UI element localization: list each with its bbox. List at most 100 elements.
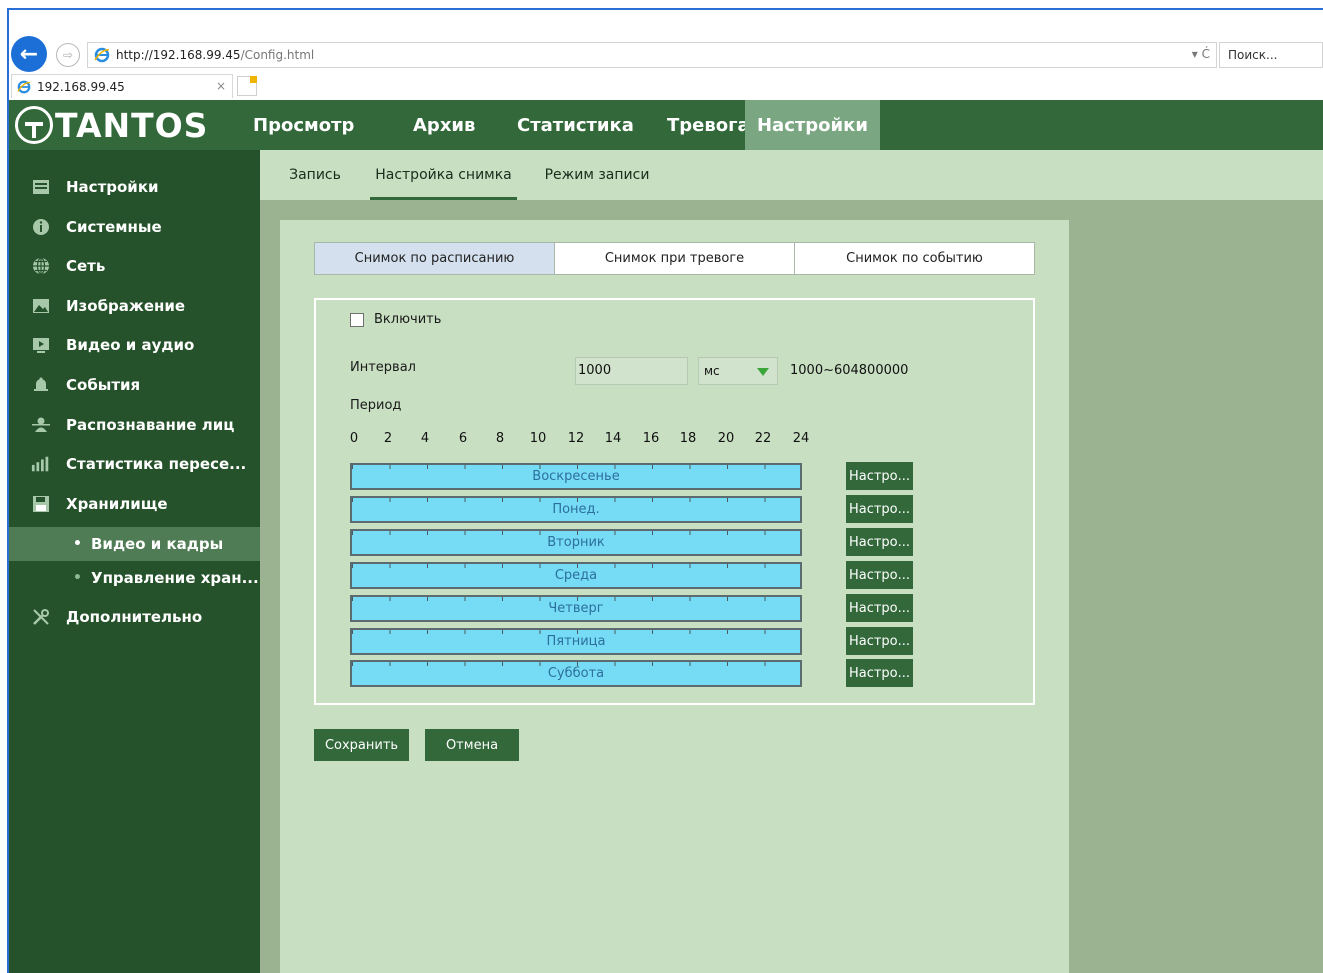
sidebar-item-label: Статистика пересе...	[66, 455, 247, 473]
snapshot-type-tabs: Снимок по расписанию Снимок при тревоге …	[314, 242, 1035, 275]
schedule-bar-sunday[interactable]: Воскресенье	[350, 463, 802, 490]
face-icon	[31, 415, 51, 435]
save-button[interactable]: Сохранить	[314, 729, 409, 761]
schedule-bar-saturday[interactable]: Суббота	[350, 660, 802, 687]
nav-statistics[interactable]: Статистика	[491, 100, 639, 150]
hour-label: 8	[495, 431, 505, 446]
configure-sunday-button[interactable]: Настро...	[846, 462, 913, 490]
sidebar-subitem-storage-management[interactable]: • Управление хран...	[9, 561, 260, 595]
image-icon	[31, 296, 51, 316]
hour-label: 6	[458, 431, 468, 446]
schedule-bar-wednesday[interactable]: Среда	[350, 562, 802, 589]
sidebar-item-video-audio[interactable]: Видео и аудио	[9, 326, 260, 364]
app-header: TANTOS Просмотр Архив Статистика Тревога…	[9, 100, 1323, 150]
arrow-right-icon: ⇨	[62, 48, 74, 62]
unit-value: мс	[704, 364, 720, 378]
nav-archive[interactable]: Архив	[379, 100, 491, 150]
settings-list-icon	[31, 177, 51, 197]
subtab-record[interactable]: Запись	[280, 150, 350, 200]
address-path: /Config.html	[240, 48, 315, 62]
info-icon	[31, 217, 51, 237]
new-tab-button[interactable]	[237, 76, 257, 96]
nav-alarm[interactable]: Тревога	[639, 100, 750, 150]
sidebar-item-label: Распознавание лиц	[66, 416, 235, 434]
tantos-logo: TANTOS	[15, 106, 208, 145]
sidebar-item-advanced[interactable]: Дополнительно	[9, 598, 260, 636]
address-host: http://192.168.99.45	[116, 48, 241, 62]
tab-event-snapshot[interactable]: Снимок по событию	[795, 243, 1034, 274]
nav-view[interactable]: Просмотр	[237, 100, 379, 150]
sidebar-item-events[interactable]: События	[9, 366, 260, 404]
hour-label: 22	[754, 431, 772, 446]
sidebar-item-network[interactable]: Сеть	[9, 247, 260, 285]
sidebar-item-label: Хранилище	[66, 495, 168, 513]
configure-wednesday-button[interactable]: Настро...	[846, 561, 913, 589]
address-bar[interactable]: http://192.168.99.45/Config.html ▾ Ć	[87, 42, 1217, 68]
bar-chart-icon	[31, 454, 51, 474]
hour-label: 20	[717, 431, 735, 446]
hour-label: 14	[604, 431, 622, 446]
hour-label: 0	[349, 431, 359, 446]
configure-friday-button[interactable]: Настро...	[846, 627, 913, 655]
configure-tuesday-button[interactable]: Настро...	[846, 528, 913, 556]
hour-label: 24	[792, 431, 810, 446]
sidebar-item-label: Видео и аудио	[66, 336, 195, 354]
sidebar-item-label: Настройки	[66, 178, 159, 196]
tab-ie-icon	[15, 78, 33, 96]
subtab-snapshot-settings[interactable]: Настройка снимка	[370, 150, 517, 200]
tab-scheduled-snapshot[interactable]: Снимок по расписанию	[315, 243, 555, 274]
sidebar-item-label: Изображение	[66, 297, 186, 315]
sidebar-item-storage[interactable]: Хранилище	[9, 485, 260, 523]
tab-title: 192.168.99.45	[37, 79, 125, 94]
schedule-bar-friday[interactable]: Пятница	[350, 628, 802, 655]
configure-monday-button[interactable]: Настро...	[846, 495, 913, 523]
period-label: Период	[350, 398, 402, 413]
hour-label: 18	[679, 431, 697, 446]
arrow-left-icon: ←	[19, 41, 39, 67]
close-icon[interactable]: ×	[216, 79, 226, 93]
forward-button[interactable]: ⇨	[56, 43, 80, 67]
sidebar-item-label: Сеть	[66, 257, 106, 275]
sidebar-item-crossing-stats[interactable]: Статистика пересе...	[9, 445, 260, 483]
interval-label: Интервал	[350, 360, 416, 375]
sidebar-item-system[interactable]: Системные	[9, 208, 260, 246]
floppy-icon	[31, 494, 51, 514]
enable-label: Включить	[374, 312, 442, 327]
configure-thursday-button[interactable]: Настро...	[846, 594, 913, 622]
sidebar-item-face-recognition[interactable]: Распознавание лиц	[9, 406, 260, 444]
schedule-bar-tuesday[interactable]: Вторник	[350, 529, 802, 556]
schedule-bar-thursday[interactable]: Четверг	[350, 595, 802, 622]
enable-checkbox[interactable]	[350, 312, 364, 327]
main-nav: Просмотр Архив Статистика Тревога Настро…	[237, 100, 880, 150]
logo-mark-icon	[15, 106, 53, 144]
tab-alarm-snapshot[interactable]: Снимок при тревоге	[555, 243, 795, 274]
sidebar-item-settings[interactable]: Настройки	[9, 168, 260, 206]
unit-select[interactable]: мс	[698, 357, 778, 385]
interval-range: 1000~604800000	[790, 363, 909, 378]
refresh-icon[interactable]: ▾ Ć	[1192, 47, 1210, 61]
globe-icon	[31, 256, 51, 276]
browser-search-input[interactable]: Поиск...	[1219, 42, 1323, 68]
tools-icon	[31, 607, 51, 627]
nav-settings[interactable]: Настройки	[745, 100, 880, 150]
schedule-bar-monday[interactable]: Понед.	[350, 496, 802, 523]
browser-tab[interactable]: 192.168.99.45 ×	[11, 74, 233, 98]
enable-row: Включить	[350, 312, 441, 327]
subtab-record-mode[interactable]: Режим записи	[538, 150, 656, 200]
dropdown-arrow-icon	[757, 368, 769, 376]
sidebar: Настройки Системные Сеть Изображение Вид…	[9, 150, 260, 973]
sidebar-item-label: Системные	[66, 218, 162, 236]
back-button[interactable]: ←	[11, 36, 47, 72]
sidebar-item-image[interactable]: Изображение	[9, 287, 260, 325]
cancel-button[interactable]: Отмена	[425, 729, 519, 761]
hour-label: 10	[529, 431, 547, 446]
sidebar-item-label: Дополнительно	[66, 608, 203, 626]
hour-label: 4	[420, 431, 430, 446]
interval-input[interactable]: 1000	[575, 357, 688, 385]
sidebar-subitem-label: Видео и кадры	[91, 535, 224, 553]
sidebar-subitem-video-frames[interactable]: • Видео и кадры	[9, 527, 260, 561]
browser-chrome: ← ⇨ http://192.168.99.45/Config.html ▾ Ć…	[9, 10, 1323, 100]
hour-label: 2	[383, 431, 393, 446]
sub-tabs-bar: Запись Настройка снимка Режим записи	[260, 150, 1323, 200]
configure-saturday-button[interactable]: Настро...	[846, 659, 913, 687]
